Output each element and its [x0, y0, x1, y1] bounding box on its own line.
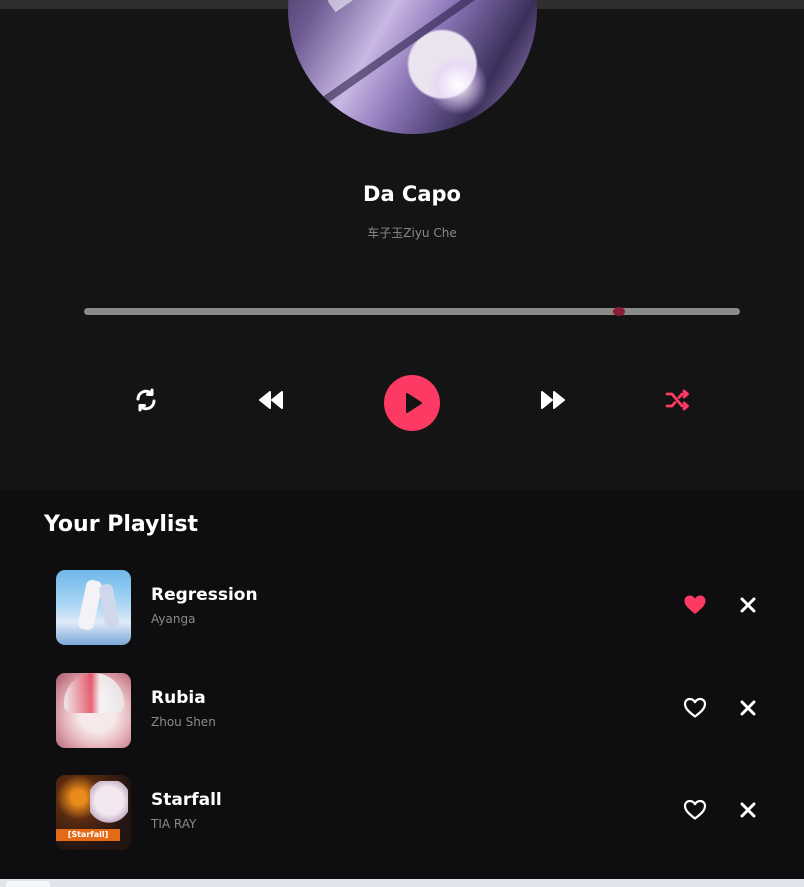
track-title[interactable]: Starfall [151, 790, 222, 810]
heart-outline-icon [683, 799, 707, 825]
song-title: Da Capo [363, 182, 461, 206]
cover-art-detail [64, 673, 124, 713]
track-artist: Ayanga [151, 612, 196, 626]
cover-caption: [Starfall] [56, 829, 120, 841]
track-cover[interactable] [56, 673, 131, 748]
now-playing-panel: Da Capo 车子玉Ziyu Che [0, 0, 804, 490]
playlist-panel: Your Playlist Regression Ayanga Rubia Zh… [0, 490, 804, 879]
heart-outline-icon [683, 697, 707, 723]
like-button[interactable] [682, 697, 708, 723]
remove-button[interactable] [737, 699, 759, 721]
remove-button[interactable] [737, 801, 759, 823]
like-button[interactable] [682, 799, 708, 825]
cover-art-detail [428, 55, 488, 115]
rewind-icon [258, 390, 284, 410]
previous-button[interactable] [257, 386, 285, 414]
track-artist: Zhou Shen [151, 715, 216, 729]
fast-forward-icon [540, 390, 566, 410]
repeat-button[interactable] [132, 386, 160, 414]
progress-bar[interactable] [84, 307, 740, 316]
play-button[interactable] [384, 375, 440, 431]
close-icon [740, 700, 756, 720]
song-artist: 车子玉Ziyu Che [367, 226, 457, 240]
playlist-item[interactable]: Regression Ayanga [0, 570, 804, 646]
close-icon [740, 597, 756, 617]
close-icon [740, 802, 756, 822]
window-bottom-strip [0, 879, 804, 887]
playlist-item[interactable]: [Starfall] Starfall TIA RAY [0, 775, 804, 851]
playlist-item[interactable]: Rubia Zhou Shen [0, 673, 804, 749]
playlist-heading: Your Playlist [44, 512, 199, 537]
track-title[interactable]: Regression [151, 585, 258, 605]
track-cover[interactable] [56, 570, 131, 645]
play-icon [400, 391, 424, 415]
heart-filled-icon [683, 594, 707, 620]
track-cover[interactable]: [Starfall] [56, 775, 131, 850]
track-artist: TIA RAY [151, 817, 197, 831]
next-button[interactable] [539, 386, 567, 414]
like-button[interactable] [682, 594, 708, 620]
album-cover [288, 0, 537, 134]
cover-art-detail [327, 0, 537, 13]
shuffle-icon [665, 389, 691, 411]
cover-art-detail [98, 583, 120, 629]
remove-button[interactable] [737, 596, 759, 618]
repeat-icon [134, 388, 158, 412]
progress-thumb[interactable] [612, 307, 625, 316]
cover-art-detail [90, 781, 128, 825]
shuffle-button[interactable] [664, 386, 692, 414]
track-title[interactable]: Rubia [151, 688, 206, 708]
window-bottom-tab[interactable] [6, 881, 50, 887]
